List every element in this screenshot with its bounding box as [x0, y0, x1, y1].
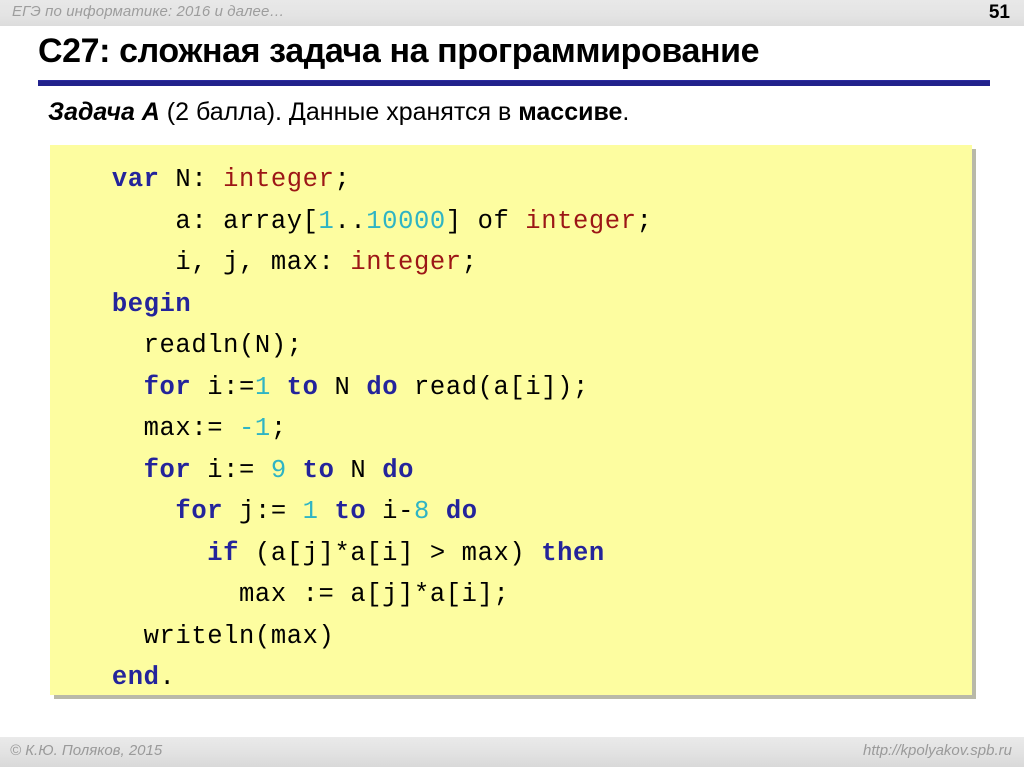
code-line: end.	[50, 657, 972, 695]
code-listing-panel: var N: integer; a: array[1..10000] of in…	[50, 145, 972, 695]
code-token-typ: integer	[350, 248, 462, 277]
code-line: readln(N);	[50, 325, 972, 367]
code-token-pln	[271, 373, 287, 402]
code-token-pln: ;	[461, 248, 478, 277]
code-token-kw: var	[111, 165, 160, 194]
code-line: a: array[1..10000] of integer;	[50, 201, 972, 243]
code-token-pln	[430, 497, 446, 526]
code-token-pln: ;	[270, 414, 287, 443]
code-token-kw: to	[334, 497, 367, 526]
code-token-pln: N	[334, 455, 383, 485]
code-token-pln: i-	[366, 497, 414, 526]
code-token-typ: integer	[525, 206, 637, 236]
code-line: if (a[j]*a[i] > max) then	[50, 533, 972, 575]
code-token-kw: for	[175, 497, 224, 526]
task-description: (2 балла). Данные хранятся в	[159, 98, 519, 126]
header-bar: ЕГЭ по информатике: 2016 и далее… 51	[0, 0, 1024, 27]
code-token-pln	[80, 663, 112, 692]
code-token-pln: ..	[334, 206, 367, 236]
code-token-num: 1	[254, 372, 271, 402]
task-subtitle: Задача A (2 балла). Данные хранятся в ма…	[48, 98, 629, 127]
code-token-kw: end	[111, 663, 160, 692]
title-underline-rule	[38, 80, 990, 86]
code-token-pln: ] of	[445, 206, 526, 236]
code-token-pln: (a[j]*a[i] > max)	[239, 538, 542, 568]
task-label: Задача A	[48, 98, 160, 126]
code-token-pln: i:=	[191, 372, 255, 402]
code-token-num: 1	[318, 206, 335, 236]
code-token-pln: N	[318, 372, 367, 402]
code-line: i, j, max: integer;	[50, 242, 972, 284]
code-token-pln: .	[159, 663, 176, 692]
code-token-num: 1	[302, 497, 319, 526]
code-token-pln: max:=	[80, 414, 240, 443]
code-token-kw: if	[207, 538, 240, 568]
code-token-pln	[80, 456, 144, 485]
footer-website-url[interactable]: http://kpolyakov.spb.ru	[863, 742, 1012, 759]
code-line: writeln(max)	[50, 616, 972, 658]
code-token-pln	[80, 497, 175, 526]
code-token-pln: max := a[j]*a[i];	[80, 580, 510, 609]
code-token-num: 9	[270, 455, 287, 485]
code-token-pln	[80, 539, 207, 568]
task-keyword-emphasis: массиве	[518, 98, 623, 126]
code-token-kw: for	[143, 455, 192, 485]
code-token-pln: writeln(max)	[80, 621, 335, 651]
code-token-pln: N:	[159, 165, 224, 194]
code-token-pln: i, j, max:	[80, 248, 351, 277]
code-token-pln	[287, 456, 303, 485]
code-token-typ: integer	[223, 165, 335, 194]
code-token-kw: then	[541, 538, 605, 568]
page-title: C27: сложная задача на программирование	[38, 32, 760, 70]
code-token-pln	[80, 290, 112, 319]
code-token-pln	[80, 373, 144, 402]
code-token-kw: to	[302, 455, 335, 485]
code-token-pln: j:=	[223, 497, 303, 526]
code-token-pln	[80, 165, 112, 194]
code-token-pln: read(a[i]);	[398, 372, 589, 402]
code-token-num: 8	[414, 497, 430, 526]
code-token-pln	[319, 497, 335, 526]
code-line: for i:= 9 to N do	[50, 450, 972, 492]
code-token-pln: ;	[334, 165, 351, 194]
code-token-kw: to	[286, 372, 319, 402]
code-token-num: -1	[239, 414, 271, 443]
code-token-num: 10000	[366, 206, 446, 236]
code-line: max:= -1;	[50, 408, 972, 450]
code-token-kw: do	[366, 372, 399, 402]
footer-copyright: © К.Ю. Поляков, 2015	[10, 742, 163, 759]
code-token-kw: do	[445, 497, 478, 526]
code-line: max := a[j]*a[i];	[50, 574, 972, 616]
code-token-kw: begin	[111, 289, 192, 319]
code-line: for i:=1 to N do read(a[i]);	[50, 367, 972, 409]
code-token-pln: i:=	[191, 455, 271, 485]
code-line: for j:= 1 to i-8 do	[50, 491, 972, 533]
code-token-pln: a: array[	[80, 206, 319, 236]
footer-bar: © К.Ю. Поляков, 2015 http://kpolyakov.sp…	[0, 736, 1024, 767]
code-token-pln: readln(N);	[80, 331, 303, 360]
header-course-title: ЕГЭ по информатике: 2016 и далее…	[12, 3, 285, 20]
code-line: var N: integer;	[50, 159, 972, 201]
code-line: begin	[50, 284, 972, 326]
code-token-kw: do	[382, 455, 415, 485]
task-description-tail: .	[622, 98, 630, 126]
code-token-kw: for	[143, 372, 192, 402]
code-token-pln: ;	[636, 206, 653, 236]
slide-page-number: 51	[988, 2, 1010, 23]
